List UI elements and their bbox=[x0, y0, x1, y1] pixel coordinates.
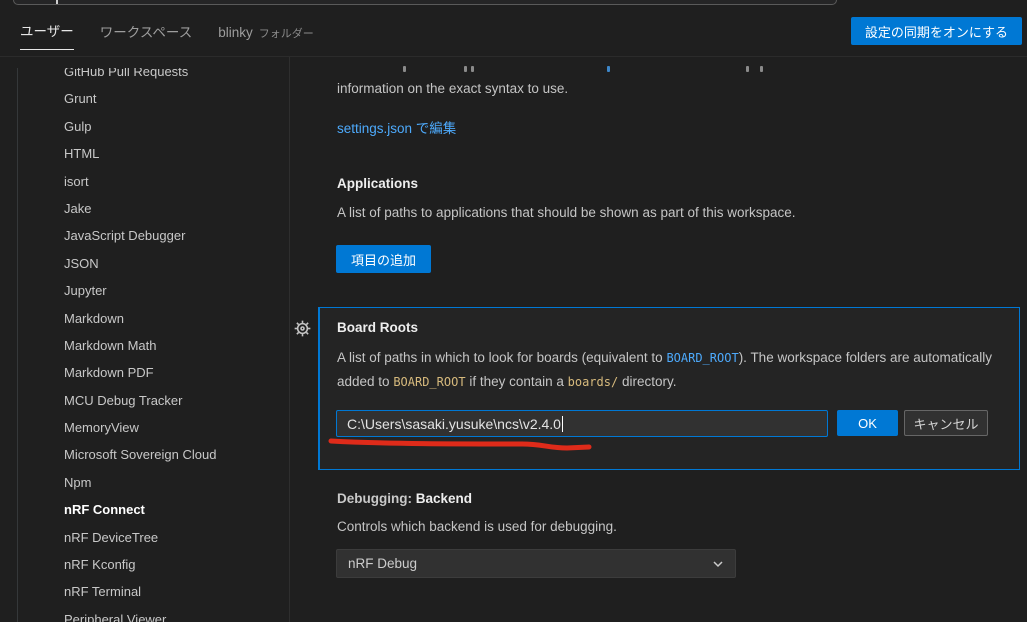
gear-icon[interactable] bbox=[294, 320, 311, 337]
tree-indent-guide bbox=[17, 57, 18, 622]
sidebar-item-memoryview[interactable]: MemoryView bbox=[0, 414, 289, 441]
debugging-backend-description: Controls which backend is used for debug… bbox=[337, 519, 617, 534]
tab-user[interactable]: ユーザー bbox=[20, 20, 74, 50]
sidebar-item-npm[interactable]: Npm bbox=[0, 469, 289, 496]
toc-scroll-clip bbox=[0, 57, 289, 68]
settings-toc: GitHub Pull Requests Grunt Gulp HTML iso… bbox=[0, 57, 290, 622]
toc-list: GitHub Pull Requests Grunt Gulp HTML iso… bbox=[0, 58, 289, 622]
text-caret bbox=[562, 416, 563, 432]
scope-tabs: ユーザー ワークスペース blinky フォルダー bbox=[20, 20, 314, 50]
debug-backend-selected-value: nRF Debug bbox=[348, 556, 417, 571]
clipped-link-remnant bbox=[607, 66, 610, 72]
board-roots-desc-part4: directory. bbox=[618, 374, 676, 389]
search-caret bbox=[56, 0, 58, 4]
setting-name-label: Backend bbox=[416, 491, 472, 506]
sidebar-item-microsoft-sovereign-cloud[interactable]: Microsoft Sovereign Cloud bbox=[0, 441, 289, 468]
applications-description: A list of paths to applications that sho… bbox=[337, 205, 796, 220]
clipped-text-remnant bbox=[471, 66, 474, 72]
settings-header: ユーザー ワークスペース blinky フォルダー 設定の同期をオンにする bbox=[0, 0, 1027, 57]
sidebar-item-gulp[interactable]: Gulp bbox=[0, 113, 289, 140]
sidebar-item-json[interactable]: JSON bbox=[0, 250, 289, 277]
sidebar-item-nrf-connect[interactable]: nRF Connect bbox=[0, 496, 289, 523]
sidebar-item-jupyter[interactable]: Jupyter bbox=[0, 277, 289, 304]
setting-category-label: Debugging: bbox=[337, 491, 416, 506]
board-roots-title: Board Roots bbox=[337, 320, 418, 335]
board-roots-path-input[interactable]: C:\Users\sasaki.yusuke\ncs\v2.4.0 bbox=[336, 410, 828, 437]
sidebar-item-nrf-terminal[interactable]: nRF Terminal bbox=[0, 578, 289, 605]
sidebar-item-javascript-debugger[interactable]: JavaScript Debugger bbox=[0, 222, 289, 249]
clipped-text-remnant bbox=[403, 66, 406, 72]
board-roots-description: A list of paths in which to look for boa… bbox=[337, 346, 1005, 394]
add-item-button[interactable]: 項目の追加 bbox=[336, 245, 431, 273]
board-root-code: BOARD_ROOT bbox=[393, 375, 465, 389]
sidebar-item-nrf-devicetree[interactable]: nRF DeviceTree bbox=[0, 524, 289, 551]
sidebar-item-isort[interactable]: isort bbox=[0, 168, 289, 195]
edit-in-settings-json-link[interactable]: settings.json で編集 bbox=[337, 117, 456, 137]
clipped-text-remnant bbox=[760, 66, 763, 72]
sidebar-item-mcu-debug-tracker[interactable]: MCU Debug Tracker bbox=[0, 387, 289, 414]
applications-title: Applications bbox=[337, 176, 418, 191]
chevron-down-icon bbox=[711, 557, 725, 571]
board-root-code-link[interactable]: BOARD_ROOT bbox=[666, 351, 738, 365]
tab-folder-blinky[interactable]: blinky フォルダー bbox=[218, 25, 314, 50]
cancel-button[interactable]: キャンセル bbox=[904, 410, 988, 436]
board-roots-desc-part1: A list of paths in which to look for boa… bbox=[337, 350, 666, 365]
tab-folder-name: blinky bbox=[218, 25, 253, 40]
sidebar-item-nrf-kconfig[interactable]: nRF Kconfig bbox=[0, 551, 289, 578]
sidebar-item-peripheral-viewer[interactable]: Peripheral Viewer bbox=[0, 606, 289, 622]
sidebar-item-grunt[interactable]: Grunt bbox=[0, 85, 289, 112]
sidebar-item-markdown-pdf[interactable]: Markdown PDF bbox=[0, 359, 289, 386]
tab-folder-suffix: フォルダー bbox=[259, 28, 314, 40]
intro-description-line: information on the exact syntax to use. bbox=[337, 81, 568, 96]
clipped-text-remnant bbox=[746, 66, 749, 72]
board-roots-desc-part3: if they contain a bbox=[466, 374, 568, 389]
settings-sync-button[interactable]: 設定の同期をオンにする bbox=[851, 17, 1022, 45]
settings-body: information on the exact syntax to use. … bbox=[291, 57, 1027, 622]
clipped-text-remnant bbox=[464, 66, 467, 72]
tab-workspace[interactable]: ワークスペース bbox=[100, 21, 192, 50]
sidebar-item-html[interactable]: HTML bbox=[0, 140, 289, 167]
ok-button[interactable]: OK bbox=[837, 410, 898, 436]
settings-search-input-clipped[interactable] bbox=[13, 0, 837, 5]
board-roots-setting-row: Board Roots A list of paths in which to … bbox=[318, 307, 1020, 470]
board-roots-path-value: C:\Users\sasaki.yusuke\ncs\v2.4.0 bbox=[347, 416, 561, 432]
sidebar-item-jake[interactable]: Jake bbox=[0, 195, 289, 222]
sidebar-item-markdown[interactable]: Markdown bbox=[0, 305, 289, 332]
sidebar-item-markdown-math[interactable]: Markdown Math bbox=[0, 332, 289, 359]
debugging-backend-title: Debugging: Backend bbox=[337, 491, 472, 506]
boards-dir-code: boards/ bbox=[568, 375, 619, 389]
debug-backend-select[interactable]: nRF Debug bbox=[336, 549, 736, 578]
